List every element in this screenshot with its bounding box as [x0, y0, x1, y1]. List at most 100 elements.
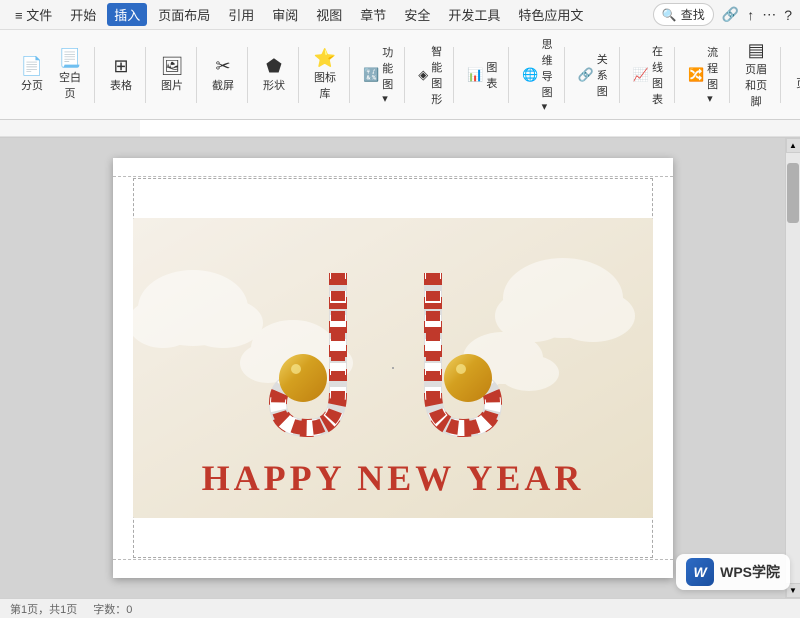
- ribbon-group-screenshot: ✂ 截屏: [199, 47, 248, 103]
- smartshape-button[interactable]: ◈ 智能图形: [413, 41, 447, 109]
- headerfooter-icon: ▤: [748, 41, 765, 59]
- blank-page-label: 空白页: [57, 69, 83, 101]
- status-bar: 第1页，共1页 字数：0: [0, 598, 800, 618]
- smartshape-label: 智能图形: [431, 43, 442, 107]
- document-scroll[interactable]: HAPPY NEW YEAR: [0, 138, 785, 598]
- insert-table-button[interactable]: ⊞ 表格: [103, 54, 139, 96]
- reldiagram-button[interactable]: 🔗 关系图: [573, 49, 613, 101]
- shapes-button[interactable]: ⬟ 形状: [256, 54, 292, 96]
- menu-layout[interactable]: 页面布局: [151, 3, 217, 26]
- scrollbar-thumb[interactable]: [787, 163, 799, 223]
- funcdiagram-button[interactable]: 🔣 功能图▾: [358, 42, 398, 107]
- svg-text:HAPPY NEW YEAR: HAPPY NEW YEAR: [201, 458, 584, 498]
- insert-blank-page-button[interactable]: 📃 空白页: [52, 46, 88, 104]
- scrollbar-track[interactable]: [786, 153, 800, 583]
- headerfooter-label: 页眉和页脚: [743, 61, 769, 109]
- ribbon-group-iconlib: ⭐ 图标库: [301, 47, 350, 103]
- image-label: 图片: [161, 77, 183, 93]
- menu-review[interactable]: 审阅: [265, 3, 305, 26]
- search-label: 查找: [681, 6, 705, 23]
- flowchart-label: 流程图▾: [707, 44, 718, 105]
- pagenumber-label: 页码: [796, 75, 800, 91]
- wps-badge-label: WPS学院: [720, 562, 780, 582]
- vertical-scrollbar[interactable]: ▲ ▼: [785, 138, 800, 598]
- table-label: 表格: [110, 77, 132, 93]
- title-bar: ≡ 文件 开始 插入 页面布局 引用 审阅 视图 章节 安全 开发工具 特色应用…: [0, 0, 800, 30]
- ribbon-group-shapes: ⬟ 形状: [250, 47, 299, 103]
- ribbon-group-chart: 📊 图表: [456, 47, 509, 103]
- blank-page-icon: 📃: [59, 49, 81, 67]
- ribbon-group-flowchart: 🔀 流程图▾: [677, 47, 730, 103]
- funcdiagram-label: 功能图▾: [382, 44, 393, 105]
- ribbon-group-image: 🖼 图片: [148, 47, 197, 103]
- more-icon[interactable]: ⋯: [762, 6, 776, 23]
- ribbon-group-reldiagram: 🔗 关系图: [567, 47, 620, 103]
- iconlib-label: 图标库: [312, 69, 338, 101]
- page-info: 第1页，共1页: [10, 601, 77, 617]
- mindmap-label: 思维导图▾: [542, 36, 553, 113]
- ribbon-content: 📄 分页 📃 空白页 ⊞ 表格 🖼: [0, 30, 800, 119]
- scroll-up-button[interactable]: ▲: [786, 138, 800, 153]
- mindmap-icon: 🌐: [522, 67, 538, 83]
- export-icon[interactable]: ↑: [747, 7, 754, 23]
- ribbon-group-onlinechart: 📈 在线图表: [622, 47, 675, 103]
- menu-devtools[interactable]: 开发工具: [441, 3, 507, 26]
- menu-insert[interactable]: 插入: [107, 3, 147, 26]
- ribbon-group-smartshape: ◈ 智能图形: [407, 47, 454, 103]
- onlinechart-label: 在线图表: [652, 43, 663, 107]
- document-page: HAPPY NEW YEAR: [113, 158, 673, 578]
- card-image: HAPPY NEW YEAR: [133, 218, 653, 518]
- ribbon: 📄 分页 📃 空白页 ⊞ 表格 🖼: [0, 30, 800, 120]
- screenshot-icon: ✂: [215, 57, 230, 75]
- onlinechart-button[interactable]: 📈 在线图表: [628, 41, 668, 109]
- reldiagram-icon: 🔗: [578, 67, 594, 83]
- onlinechart-icon: 📈: [633, 67, 649, 83]
- menu-view[interactable]: 视图: [309, 3, 349, 26]
- word-count: 字数：0: [93, 601, 132, 617]
- ribbon-group-mindmap: 🌐 思维导图▾: [511, 47, 564, 103]
- search-icon: 🔍: [662, 8, 677, 22]
- iconlib-icon: ⭐: [314, 49, 336, 67]
- ribbon-group-table: ⊞ 表格: [97, 47, 146, 103]
- table-icon: ⊞: [113, 57, 128, 75]
- card-decoration-svg: HAPPY NEW YEAR: [133, 218, 653, 518]
- ribbon-group-funcdiagram: 🔣 功能图▾: [352, 47, 405, 103]
- headerfooter-button[interactable]: ▤ 页眉和页脚: [738, 38, 774, 112]
- menu-security[interactable]: 安全: [397, 3, 437, 26]
- title-right-icons: 🔍 查找 🔗 ↑ ⋯ ?: [653, 3, 792, 26]
- image-icon: 🖼: [161, 57, 184, 75]
- iconlib-button[interactable]: ⭐ 图标库: [307, 46, 343, 104]
- flowchart-icon: 🔀: [688, 67, 704, 83]
- ribbon-group-page: 📄 分页 📃 空白页: [8, 47, 95, 103]
- menu-features[interactable]: 特色应用文: [511, 3, 590, 26]
- document-area: HAPPY NEW YEAR ▲ ▼: [0, 138, 800, 598]
- screenshot-label: 截屏: [212, 77, 234, 93]
- help-icon[interactable]: ?: [784, 7, 792, 23]
- reldiagram-label: 关系图: [597, 51, 608, 99]
- menu-chapter[interactable]: 章节: [353, 3, 393, 26]
- mindmap-button[interactable]: 🌐 思维导图▾: [517, 34, 557, 115]
- menu-ref[interactable]: 引用: [221, 3, 261, 26]
- menu-bar: ≡ 文件 开始 插入 页面布局 引用 审阅 视图 章节 安全 开发工具 特色应用…: [8, 3, 653, 26]
- page-break-icon: 📄: [21, 57, 43, 75]
- file-menu[interactable]: ≡ 文件: [8, 3, 59, 26]
- wps-logo-letter: W: [694, 564, 707, 580]
- share-icon[interactable]: 🔗: [722, 6, 739, 23]
- insert-image-button[interactable]: 🖼 图片: [154, 54, 190, 96]
- flowchart-button[interactable]: 🔀 流程图▾: [683, 42, 723, 107]
- menu-start[interactable]: 开始: [63, 3, 103, 26]
- pagenumber-button[interactable]: # 页码: [789, 56, 800, 94]
- shapes-label: 形状: [263, 77, 285, 93]
- screenshot-button[interactable]: ✂ 截屏: [205, 54, 241, 96]
- insert-page-break-button[interactable]: 📄 分页: [14, 54, 50, 96]
- search-box[interactable]: 🔍 查找: [653, 3, 714, 26]
- card-background: HAPPY NEW YEAR: [133, 218, 653, 518]
- chart-label: 图表: [486, 59, 497, 91]
- ribbon-group-headerfooter: ▤ 页眉和页脚: [732, 47, 781, 103]
- shapes-icon: ⬟: [266, 57, 282, 75]
- page-break-label: 分页: [21, 77, 43, 93]
- chart-button[interactable]: 📊 图表: [462, 57, 502, 93]
- ribbon-group-pagenumber: # 页码: [783, 47, 800, 103]
- wps-badge[interactable]: W WPS学院: [676, 554, 790, 590]
- chart-icon: 📊: [467, 67, 483, 83]
